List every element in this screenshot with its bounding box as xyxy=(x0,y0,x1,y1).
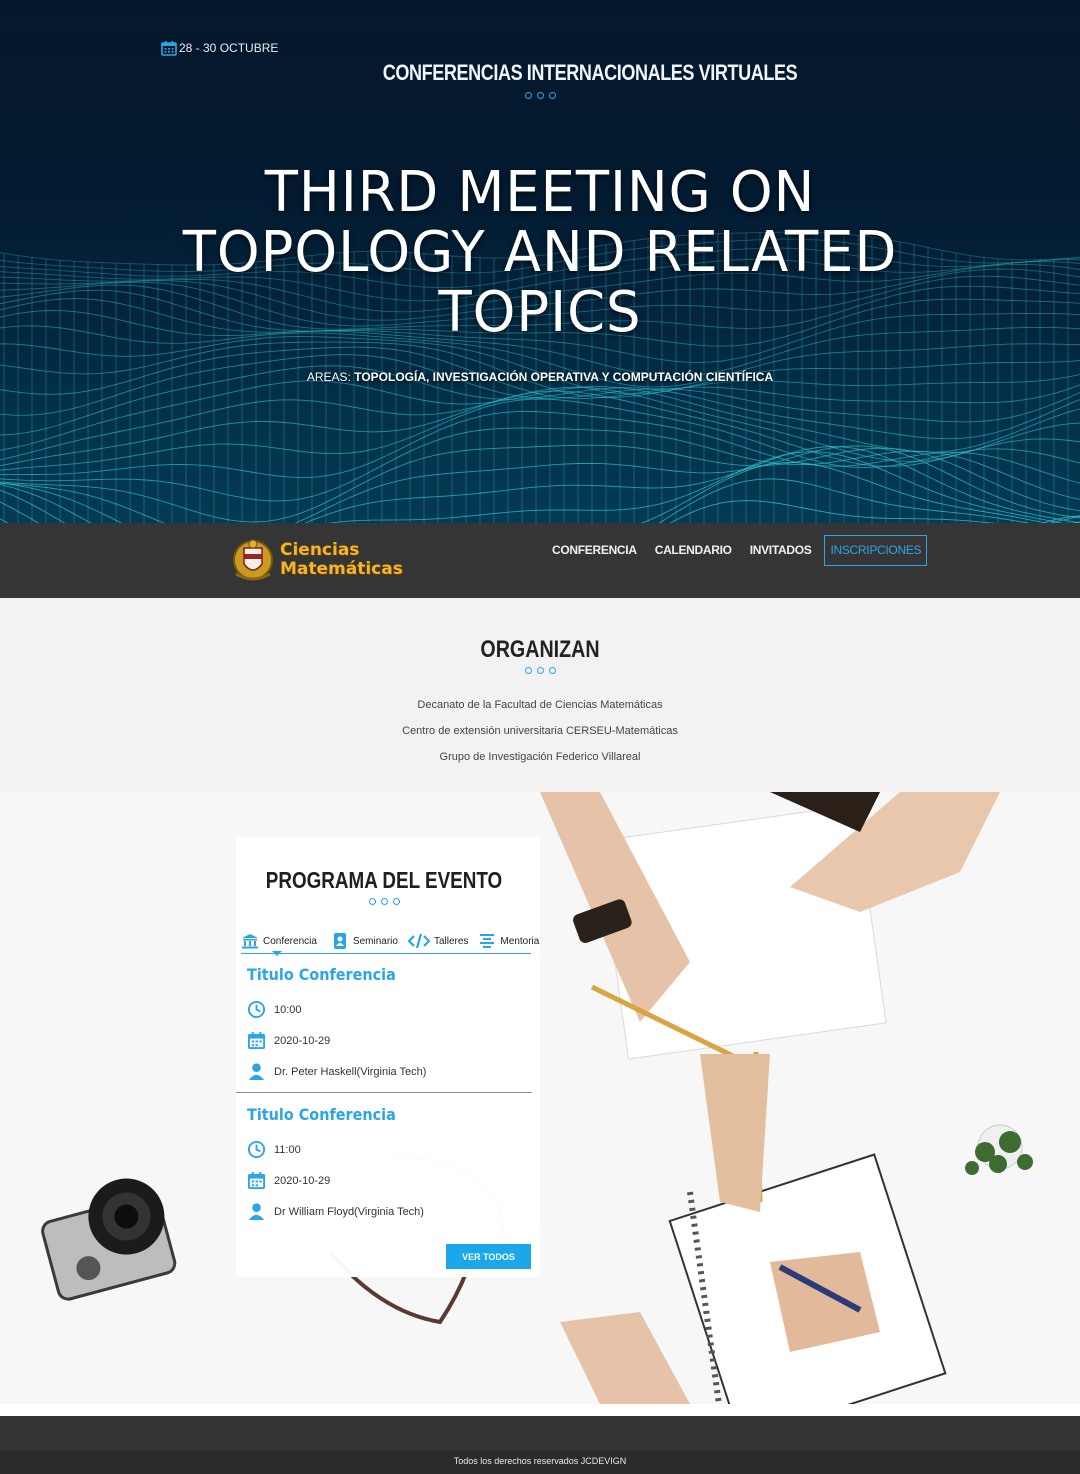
mesh-line xyxy=(0,398,1080,471)
event-date-text: 2020-10-29 xyxy=(274,1174,331,1187)
tab-label: Talleres xyxy=(433,935,469,947)
conference-subtitle: CONFERENCIAS INTERNACIONALES VIRTUALES xyxy=(382,60,798,85)
clock-icon xyxy=(247,1000,266,1019)
copyright-text: Todos los derechos reservados JCDEVIGN xyxy=(453,1456,627,1466)
nav-link-inscripciones[interactable]: INSCRIPCIONES xyxy=(824,535,928,566)
institution-icon xyxy=(242,934,258,949)
align-center-icon xyxy=(480,934,495,948)
mesh-line xyxy=(0,451,1064,523)
tab-seminario[interactable]: Seminario xyxy=(331,933,398,949)
tab-label: Seminario xyxy=(352,935,398,947)
event-time: 11:00 xyxy=(247,1134,532,1165)
badge-user-icon xyxy=(333,933,346,949)
program-card: PROGRAMA DEL EVENTO Conferencia Seminari… xyxy=(236,837,540,1277)
tab-mentoria[interactable]: Mentoria xyxy=(478,933,539,949)
areas-line: AREAS: TOPOLOGÍA, INVESTIGACIÓN OPERATIV… xyxy=(0,370,1080,384)
clock-icon xyxy=(247,1140,266,1159)
organizers-title: ORGANIZAN xyxy=(480,636,600,663)
calendar-icon xyxy=(247,1031,266,1050)
nav-link-conferencia[interactable]: CONFERENCIA xyxy=(543,536,646,565)
user-icon xyxy=(248,1063,265,1081)
calendar-icon xyxy=(161,41,177,56)
mesh-line xyxy=(0,445,1080,523)
main-title-line: TOPOLOGY AND RELATED xyxy=(182,220,898,285)
mesh-line xyxy=(0,446,1080,523)
list-item: Centro de extensión universitaria CERSEU… xyxy=(402,725,678,737)
desk-photo-illustration xyxy=(0,792,1080,1404)
event-time: 10:00 xyxy=(247,994,532,1025)
footer: Todos los derechos reservados JCDEVIGN xyxy=(0,1416,1080,1474)
tab-talleres[interactable]: Talleres xyxy=(407,933,469,949)
university-crest-icon xyxy=(233,539,273,581)
decorative-dots xyxy=(236,898,532,905)
code-icon xyxy=(407,933,430,949)
main-title-line: THIRD MEETING ON xyxy=(264,160,816,225)
organizers-section: ORGANIZAN Decanato de la Facultad de Cie… xyxy=(0,598,1080,792)
organizers-list: Decanato de la Facultad de Ciencias Mate… xyxy=(0,696,1080,774)
event-date: 28 - 30 OCTUBRE xyxy=(161,40,278,56)
event-item: Titulo Conferencia 10:00 2020-10-29 Dr. … xyxy=(247,965,532,1087)
nav-link-calendario[interactable]: CALENDARIO xyxy=(646,536,741,565)
active-tab-indicator xyxy=(272,951,282,956)
list-item: Grupo de Investigación Federico Villarea… xyxy=(439,751,641,763)
event-date-text: 28 - 30 OCTUBRE xyxy=(179,41,279,55)
logo-text-line2: Matemáticas xyxy=(280,559,403,579)
main-title-line: TOPICS xyxy=(438,280,642,345)
mesh-line xyxy=(0,500,996,523)
event-divider xyxy=(236,1092,532,1093)
mesh-line xyxy=(0,390,1080,467)
tab-label: Conferencia xyxy=(263,935,317,947)
decorative-dots xyxy=(0,667,1080,674)
tab-conferencia[interactable]: Conferencia xyxy=(241,933,321,949)
event-speaker: Dr William Floyd(Virginia Tech) xyxy=(247,1196,532,1227)
user-icon xyxy=(248,1203,265,1221)
list-item: Decanato de la Facultad de Ciencias Mate… xyxy=(417,699,663,711)
event-item: Titulo Conferencia 11:00 2020-10-29 Dr W… xyxy=(247,1105,532,1227)
event-title[interactable]: Titulo Conferencia xyxy=(247,965,504,984)
program-title: PROGRAMA DEL EVENTO xyxy=(265,867,503,893)
decorative-dots xyxy=(0,92,1080,99)
tab-label: Mentoria xyxy=(500,935,540,947)
program-tabs: Conferencia Seminario Talleres Mentoria xyxy=(241,929,539,954)
event-speaker: Dr. Peter Haskell(Virginia Tech) xyxy=(247,1056,532,1087)
event-date: 2020-10-29 xyxy=(247,1165,532,1196)
main-title: THIRD MEETING ON TOPOLOGY AND RELATED TO… xyxy=(16,163,1064,343)
event-speaker-text: Dr. Peter Haskell(Virginia Tech) xyxy=(274,1065,427,1078)
footer-spacer xyxy=(0,1404,1080,1416)
site-logo[interactable]: Ciencias Matemáticas xyxy=(232,534,403,586)
event-date-text: 2020-10-29 xyxy=(274,1034,331,1047)
logo-text-line1: Ciencias xyxy=(280,540,360,560)
program-background-photo xyxy=(0,792,1080,1404)
main-navbar: Ciencias Matemáticas CONFERENCIA CALENDA… xyxy=(0,523,1080,598)
calendar-icon xyxy=(247,1171,266,1190)
event-time-text: 11:00 xyxy=(274,1143,301,1156)
nav-menu: CONFERENCIA CALENDARIO INVITADOS INSCRIP… xyxy=(543,535,928,566)
areas-value: TOPOLOGÍA, INVESTIGACIÓN OPERATIVA Y COM… xyxy=(354,370,774,384)
nav-link-invitados[interactable]: INVITADOS xyxy=(741,536,821,565)
event-speaker-text: Dr William Floyd(Virginia Tech) xyxy=(274,1205,424,1218)
view-all-button[interactable]: VER TODOS xyxy=(446,1244,531,1269)
areas-label: AREAS: xyxy=(306,370,351,384)
event-title[interactable]: Titulo Conferencia xyxy=(247,1105,504,1124)
event-date: 2020-10-29 xyxy=(247,1025,532,1056)
event-time-text: 10:00 xyxy=(274,1003,302,1016)
hero-banner: 28 - 30 OCTUBRE CONFERENCIAS INTERNACION… xyxy=(0,0,1080,523)
